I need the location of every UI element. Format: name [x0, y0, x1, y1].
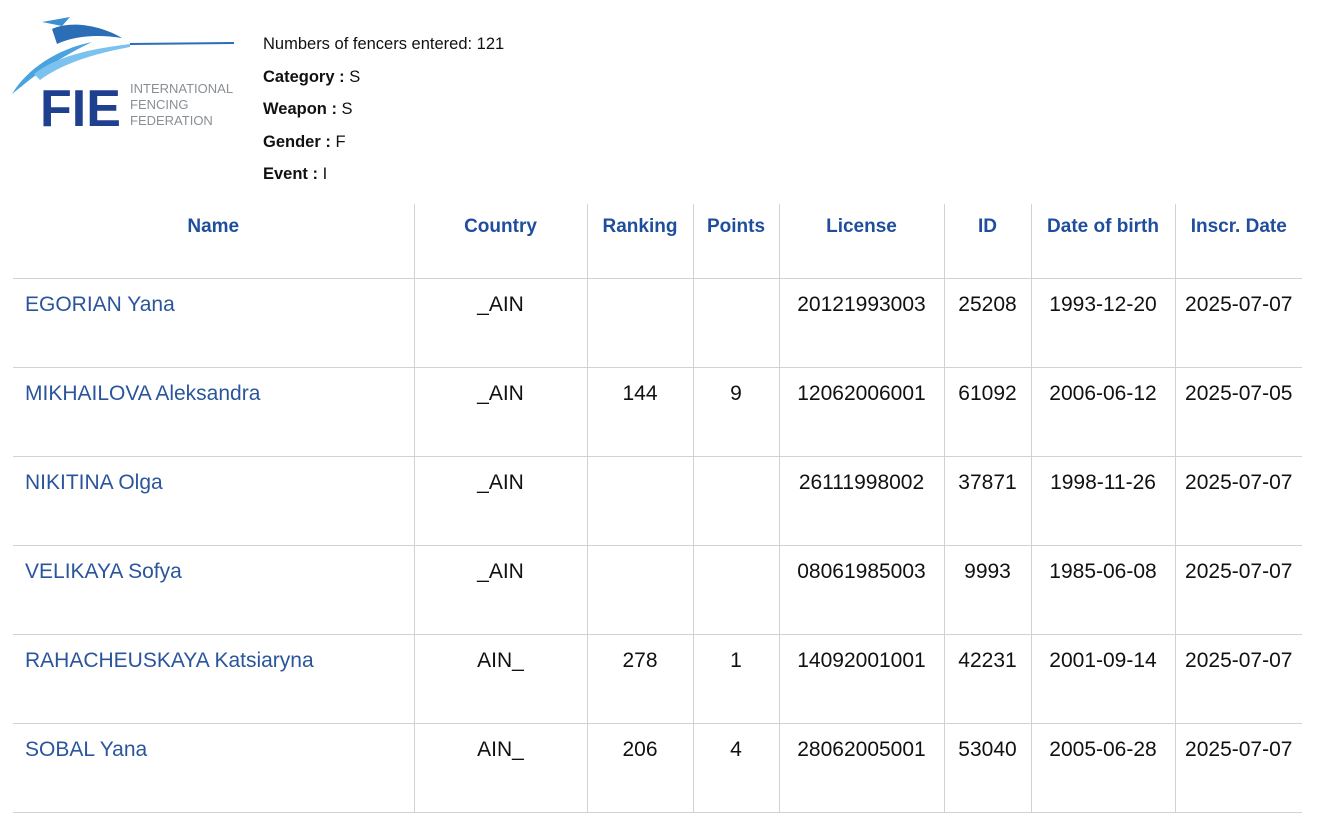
- category-value: S: [349, 67, 361, 86]
- license-cell: 08061985003: [778, 545, 944, 635]
- fencer-name-cell: VELIKAYA Sofya: [13, 545, 414, 635]
- inscr-date-cell: 2025-07-07: [1174, 545, 1302, 635]
- id-cell: 61092: [943, 367, 1031, 457]
- gender-label: Gender :: [263, 132, 331, 151]
- fencer-name-cell: EGORIAN Yana: [13, 278, 414, 368]
- inscr-date-cell: 2025-07-07: [1174, 278, 1302, 368]
- gender-value: F: [335, 132, 346, 151]
- ranking-cell: [586, 456, 693, 546]
- license-cell: 20121993003: [778, 278, 944, 368]
- fie-logo: FIE INTERNATIONAL FENCING FEDERATION: [12, 14, 244, 138]
- ranking-cell: [586, 545, 693, 635]
- inscr-date-cell: 2025-07-07: [1174, 634, 1302, 724]
- table-row: VELIKAYA Sofya _AIN 08061985003 9993 198…: [13, 545, 1302, 635]
- table-row: EGORIAN Yana _AIN 20121993003 25208 1993…: [13, 278, 1302, 368]
- fencer-name-link[interactable]: MIKHAILOVA Aleksandra: [25, 382, 260, 405]
- inscr-date-cell: 2025-07-05: [1174, 367, 1302, 457]
- id-cell: 37871: [943, 456, 1031, 546]
- dob-cell: 1993-12-20: [1030, 278, 1175, 368]
- country-cell: AIN_: [413, 634, 587, 724]
- country-cell: _AIN: [413, 456, 587, 546]
- header-country: Country: [413, 204, 587, 279]
- header-date-of-birth: Date of birth: [1030, 204, 1175, 279]
- header-name: Name: [13, 204, 414, 279]
- dob-cell: 1998-11-26: [1030, 456, 1175, 546]
- id-cell: 53040: [943, 723, 1031, 813]
- fencer-name-cell: NIKITINA Olga: [13, 456, 414, 546]
- header-row: Name Country Ranking Points License ID D…: [13, 204, 1302, 279]
- logo-line-2: FENCING: [130, 97, 189, 112]
- id-cell: 42231: [943, 634, 1031, 724]
- fencer-name-link[interactable]: NIKITINA Olga: [25, 471, 163, 494]
- points-cell: 4: [692, 723, 779, 813]
- ranking-cell: 278: [586, 634, 693, 724]
- fencers-entered: Numbers of fencers entered: 121: [263, 35, 505, 53]
- event-row: Event : I: [263, 158, 504, 191]
- fencer-name-link[interactable]: RAHACHEUSKAYA Katsiaryna: [25, 649, 314, 672]
- points-cell: [692, 456, 779, 546]
- ranking-cell: 206: [586, 723, 693, 813]
- points-cell: [692, 545, 779, 635]
- country-cell: _AIN: [413, 545, 587, 635]
- header-id: ID: [943, 204, 1031, 279]
- fencer-name-link[interactable]: VELIKAYA Sofya: [25, 560, 182, 583]
- fencer-name-cell: RAHACHEUSKAYA Katsiaryna: [13, 634, 414, 724]
- header-ranking: Ranking: [586, 204, 693, 279]
- country-cell: AIN_: [413, 723, 587, 813]
- logo-line-3: FEDERATION: [130, 113, 213, 128]
- license-cell: 14092001001: [778, 634, 944, 724]
- inscr-date-cell: 2025-07-07: [1174, 456, 1302, 546]
- points-cell: 1: [692, 634, 779, 724]
- country-cell: _AIN: [413, 278, 587, 368]
- dob-cell: 2006-06-12: [1030, 367, 1175, 457]
- header-points: Points: [692, 204, 779, 279]
- logo-line-1: INTERNATIONAL: [130, 81, 233, 96]
- event-label: Event :: [263, 165, 319, 184]
- license-cell: 12062006001: [778, 367, 944, 457]
- fie-logo-icon: FIE INTERNATIONAL FENCING FEDERATION: [12, 17, 235, 138]
- table-row: RAHACHEUSKAYA Katsiaryna AIN_ 278 1 1409…: [13, 634, 1302, 724]
- event-info: Numbers of fencers entered: 121 Category…: [263, 28, 504, 191]
- weapon-row: Weapon : S: [263, 93, 504, 126]
- points-cell: [692, 278, 779, 368]
- table-row: SOBAL Yana AIN_ 206 4 28062005001 53040 …: [13, 723, 1302, 813]
- fencer-name-link[interactable]: SOBAL Yana: [25, 738, 147, 761]
- ranking-cell: [586, 278, 693, 368]
- license-cell: 28062005001: [778, 723, 944, 813]
- dob-cell: 1985-06-08: [1030, 545, 1175, 635]
- license-cell: 26111998002: [778, 456, 944, 546]
- inscr-date-cell: 2025-07-07: [1174, 723, 1302, 813]
- id-cell: 9993: [943, 545, 1031, 635]
- fencer-name-cell: SOBAL Yana: [13, 723, 414, 813]
- dob-cell: 2005-06-28: [1030, 723, 1175, 813]
- logo-acronym: FIE: [40, 80, 121, 132]
- fencer-name-cell: MIKHAILOVA Aleksandra: [13, 367, 414, 457]
- points-cell: 9: [692, 367, 779, 457]
- dob-cell: 2001-09-14: [1030, 634, 1175, 724]
- category-row: Category : S: [263, 61, 504, 94]
- weapon-value: S: [341, 100, 353, 119]
- country-cell: _AIN: [413, 367, 587, 457]
- id-cell: 25208: [943, 278, 1031, 368]
- header-license: License: [778, 204, 944, 279]
- ranking-cell: 144: [586, 367, 693, 457]
- gender-row: Gender : F: [263, 126, 504, 159]
- table-row: NIKITINA Olga _AIN 26111998002 37871 199…: [13, 456, 1302, 546]
- table-row: MIKHAILOVA Aleksandra _AIN 144 9 1206200…: [13, 367, 1302, 457]
- fencer-name-link[interactable]: EGORIAN Yana: [25, 293, 175, 316]
- header-inscr-date: Inscr. Date: [1174, 204, 1302, 279]
- entries-table: Name Country Ranking Points License ID D…: [13, 204, 1302, 813]
- event-value: I: [322, 165, 328, 184]
- category-label: Category :: [263, 67, 345, 86]
- weapon-label: Weapon :: [263, 100, 337, 119]
